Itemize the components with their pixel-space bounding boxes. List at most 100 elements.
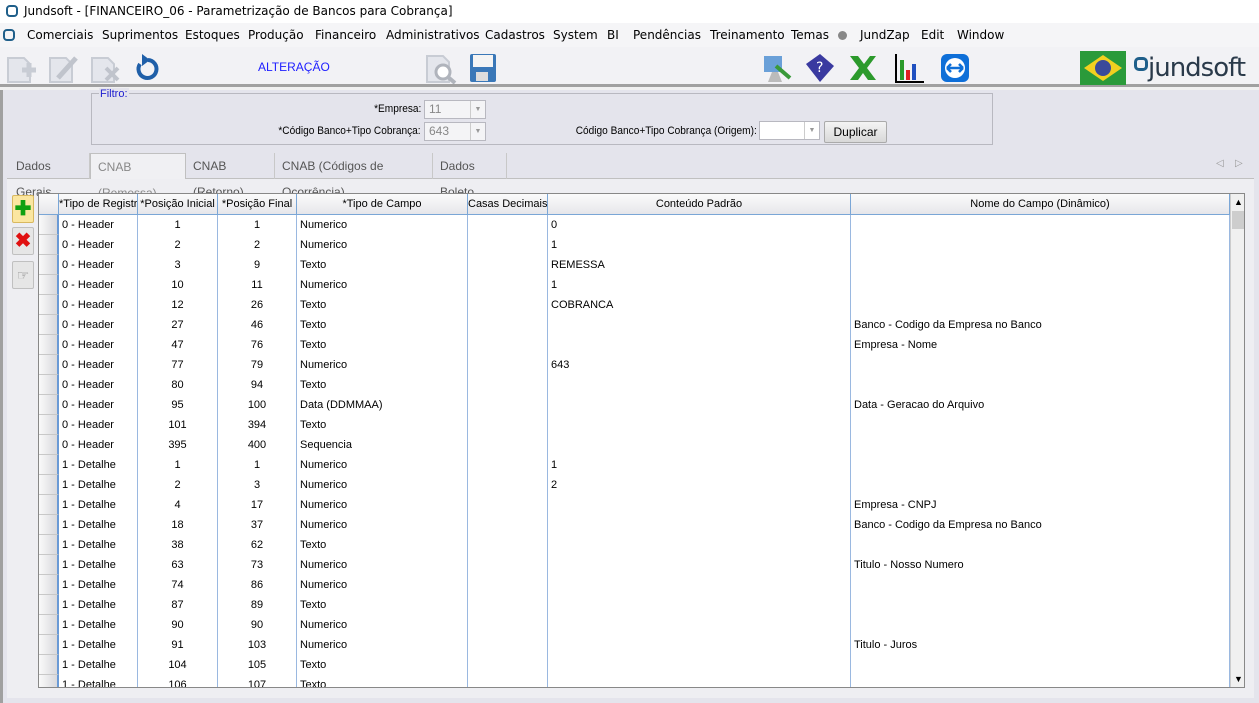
table-cell[interactable]: 86: [218, 575, 297, 595]
table-row[interactable]: 1 - Detalhe 90 90 Numerico: [39, 615, 1230, 635]
table-cell[interactable]: 1: [138, 215, 218, 235]
menu-4[interactable]: Financeiro: [315, 23, 376, 47]
table-cell[interactable]: 1: [548, 455, 851, 475]
table-cell[interactable]: [548, 675, 851, 687]
table-cell[interactable]: 0 - Header: [59, 295, 138, 315]
table-cell[interactable]: Numerico: [297, 555, 468, 575]
row-header[interactable]: [39, 255, 59, 275]
table-cell[interactable]: Texto: [297, 595, 468, 615]
table-cell[interactable]: [851, 255, 1230, 275]
row-header[interactable]: [39, 655, 59, 675]
table-cell[interactable]: 643: [548, 355, 851, 375]
table-cell[interactable]: [548, 495, 851, 515]
table-cell[interactable]: 90: [218, 615, 297, 635]
empresa-select[interactable]: 11 ▼: [424, 100, 486, 119]
menu-12[interactable]: JundZap: [860, 23, 910, 47]
table-cell[interactable]: [548, 635, 851, 655]
table-cell[interactable]: 0 - Header: [59, 435, 138, 455]
table-cell[interactable]: 1 - Detalhe: [59, 555, 138, 575]
table-cell[interactable]: 0 - Header: [59, 375, 138, 395]
table-row[interactable]: 1 - Detalhe 2 3 Numerico 2: [39, 475, 1230, 495]
table-cell[interactable]: 1: [138, 455, 218, 475]
table-cell[interactable]: [851, 655, 1230, 675]
table-cell[interactable]: 0 - Header: [59, 335, 138, 355]
table-cell[interactable]: 26: [218, 295, 297, 315]
table-cell[interactable]: 4: [138, 495, 218, 515]
menu-11[interactable]: Temas: [791, 23, 829, 47]
table-cell[interactable]: Empresa - Nome: [851, 335, 1230, 355]
row-header[interactable]: [39, 675, 59, 687]
table-cell[interactable]: [548, 515, 851, 535]
row-header[interactable]: [39, 575, 59, 595]
table-cell[interactable]: 1 - Detalhe: [59, 575, 138, 595]
table-row[interactable]: 0 - Header 95 100 Data (DDMMAA) Data - Gerac…: [39, 395, 1230, 415]
duplicar-button[interactable]: Duplicar: [824, 121, 887, 143]
table-cell[interactable]: [851, 535, 1230, 555]
table-row[interactable]: 0 - Header 3 9 Texto REMESSA: [39, 255, 1230, 275]
menu-0[interactable]: Comerciais: [27, 23, 93, 47]
table-row[interactable]: 0 - Header 101 394 Texto: [39, 415, 1230, 435]
table-cell[interactable]: [548, 555, 851, 575]
vertical-scrollbar[interactable]: ▲ ▼: [1230, 194, 1244, 687]
menu-5[interactable]: Administrativos: [386, 23, 480, 47]
table-cell[interactable]: 10: [138, 275, 218, 295]
table-cell[interactable]: [851, 675, 1230, 687]
tab-scroll-left-icon[interactable]: ◁: [1216, 158, 1224, 169]
table-cell[interactable]: [468, 255, 548, 275]
row-header[interactable]: [39, 555, 59, 575]
table-cell[interactable]: 0 - Header: [59, 355, 138, 375]
table-cell[interactable]: 91: [138, 635, 218, 655]
table-cell[interactable]: [548, 535, 851, 555]
row-header[interactable]: [39, 475, 59, 495]
table-cell[interactable]: 3: [218, 475, 297, 495]
table-cell[interactable]: [548, 595, 851, 615]
table-cell[interactable]: 1: [548, 275, 851, 295]
menu-3[interactable]: Produção: [248, 23, 304, 47]
table-row[interactable]: 1 - Detalhe 87 89 Texto: [39, 595, 1230, 615]
table-cell[interactable]: [851, 375, 1230, 395]
table-cell[interactable]: [851, 275, 1230, 295]
table-cell[interactable]: [468, 235, 548, 255]
row-header[interactable]: [39, 215, 59, 235]
table-row[interactable]: 0 - Header 12 26 Texto COBRANCA: [39, 295, 1230, 315]
brazil-flag-icon[interactable]: [1080, 51, 1126, 85]
table-cell[interactable]: 1 - Detalhe: [59, 635, 138, 655]
table-cell[interactable]: 0 - Header: [59, 415, 138, 435]
table-cell[interactable]: 1 - Detalhe: [59, 495, 138, 515]
menu-1[interactable]: Suprimentos: [102, 23, 178, 47]
table-cell[interactable]: 87: [138, 595, 218, 615]
help-book-icon[interactable]: ?: [802, 52, 836, 84]
table-cell[interactable]: [468, 355, 548, 375]
table-cell[interactable]: [851, 215, 1230, 235]
table-cell[interactable]: [851, 575, 1230, 595]
table-cell[interactable]: Texto: [297, 415, 468, 435]
table-cell[interactable]: [851, 235, 1230, 255]
row-header[interactable]: [39, 335, 59, 355]
table-cell[interactable]: [468, 655, 548, 675]
table-cell[interactable]: Texto: [297, 375, 468, 395]
table-cell[interactable]: 90: [138, 615, 218, 635]
table-cell[interactable]: 18: [138, 515, 218, 535]
table-cell[interactable]: Texto: [297, 315, 468, 335]
row-header[interactable]: [39, 535, 59, 555]
table-cell[interactable]: 76: [218, 335, 297, 355]
table-cell[interactable]: [851, 595, 1230, 615]
table-cell[interactable]: 73: [218, 555, 297, 575]
table-cell[interactable]: Texto: [297, 255, 468, 275]
table-cell[interactable]: 38: [138, 535, 218, 555]
table-cell[interactable]: 46: [218, 315, 297, 335]
table-cell[interactable]: [548, 435, 851, 455]
table-cell[interactable]: 1 - Detalhe: [59, 655, 138, 675]
table-cell[interactable]: Numerico: [297, 495, 468, 515]
save-icon[interactable]: [468, 52, 502, 84]
table-cell[interactable]: COBRANCA: [548, 295, 851, 315]
table-cell[interactable]: [468, 435, 548, 455]
table-row[interactable]: 0 - Header 10 11 Numerico 1: [39, 275, 1230, 295]
table-cell[interactable]: 1 - Detalhe: [59, 675, 138, 687]
table-cell[interactable]: 400: [218, 435, 297, 455]
codigo-select[interactable]: 643 ▼: [424, 122, 486, 141]
table-cell[interactable]: [851, 615, 1230, 635]
table-cell[interactable]: [548, 575, 851, 595]
table-cell[interactable]: REMESSA: [548, 255, 851, 275]
table-cell[interactable]: 100: [218, 395, 297, 415]
